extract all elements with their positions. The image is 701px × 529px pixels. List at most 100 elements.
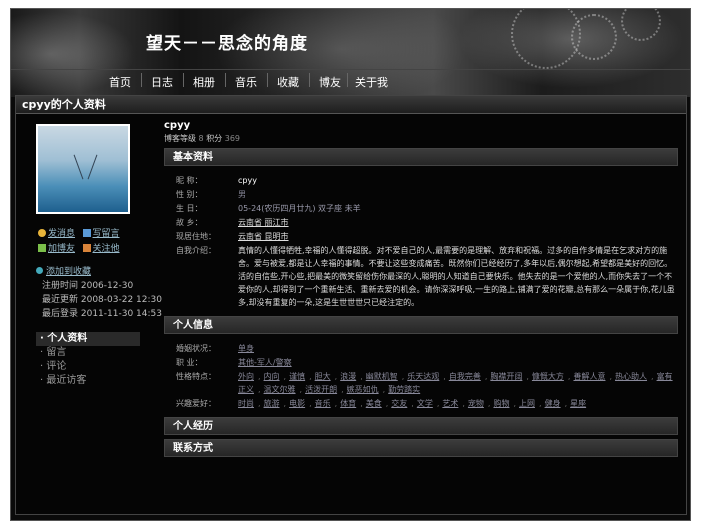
nav-item-album[interactable]: 相册 xyxy=(193,74,215,90)
tag-link[interactable]: 乐天达观 xyxy=(407,372,439,381)
write-comment-label: 写留言 xyxy=(92,229,120,239)
tag-separator: , xyxy=(484,372,488,381)
row-birthday: 生 日： 05-24(农历四月廿九) 双子座 未羊 xyxy=(176,202,678,215)
add-friend-link[interactable]: 加博友 xyxy=(38,243,75,256)
tag-separator: , xyxy=(564,399,568,408)
hometown-link[interactable]: 云南省 丽江市 xyxy=(238,216,674,229)
level-info: 博客等级 8 积分 369 xyxy=(164,133,678,144)
tag-link[interactable]: 宠物 xyxy=(468,399,484,408)
tag-separator: , xyxy=(258,399,261,408)
tag-link[interactable]: 艺术 xyxy=(442,399,458,408)
tag-separator: , xyxy=(283,399,287,408)
side-item-profile[interactable]: · 个人资料 xyxy=(36,332,140,346)
send-message-link[interactable]: 发消息 xyxy=(38,228,75,241)
tag-separator: , xyxy=(526,372,529,381)
tag-link[interactable]: 文学 xyxy=(417,399,433,408)
tag-separator: , xyxy=(283,372,287,381)
tag-separator: , xyxy=(334,372,338,381)
tag-link[interactable]: 内向 xyxy=(264,372,280,381)
nav-item-favorites[interactable]: 收藏 xyxy=(277,74,299,90)
avatar[interactable] xyxy=(36,124,130,214)
row-label: 性格特点： xyxy=(176,372,216,381)
register-date: 注册时间 2006-12-30 xyxy=(42,281,134,291)
side-item-guestbook[interactable]: · 留言 xyxy=(36,346,140,360)
tag-separator: , xyxy=(299,385,303,394)
last-login: 最后登录 2011-11-30 14:53 xyxy=(42,309,162,319)
nav-bar: 首页 日志 相册 音乐 收藏 博友 关于我 xyxy=(11,69,690,91)
tag-separator: , xyxy=(309,372,312,381)
points-label: 积分 xyxy=(206,134,223,143)
tag-link[interactable]: 时尚 xyxy=(238,399,254,408)
profile-panel: cpyy的个人资料 发消息 写留言 加博友 关注他 添加到收藏 注册时间 200… xyxy=(15,95,687,515)
tag-link[interactable]: 活泼开朗 xyxy=(305,385,337,394)
favorites-icon xyxy=(36,267,43,274)
message-icon xyxy=(38,229,46,237)
row-label: 昵 称： xyxy=(176,176,203,185)
tag-separator: , xyxy=(258,372,261,381)
tag-link[interactable]: 嫉恶如仇 xyxy=(347,385,379,394)
tag-link[interactable]: 谨慎 xyxy=(289,372,305,381)
send-message-label: 发消息 xyxy=(48,229,76,239)
nav-item-music[interactable]: 音乐 xyxy=(235,74,257,90)
residence-link[interactable]: 云南省 昆明市 xyxy=(238,230,674,243)
tag-link[interactable]: 体育 xyxy=(340,399,356,408)
tag-link[interactable]: 善解人意 xyxy=(573,372,605,381)
side-item-comments[interactable]: · 评论 xyxy=(36,360,140,374)
last-update: 最近更新 2008-03-22 12:30 xyxy=(42,295,162,305)
nav-divider xyxy=(309,73,310,87)
tag-link[interactable]: 外向 xyxy=(238,372,254,381)
tag-link[interactable]: 浪漫 xyxy=(340,372,356,381)
tag-link[interactable]: 电影 xyxy=(289,399,305,408)
nav-item-blog[interactable]: 日志 xyxy=(151,74,173,90)
tag-link[interactable]: 美食 xyxy=(366,399,382,408)
tag-separator: , xyxy=(334,399,338,408)
blog-window: 望天－－思念的角度 首页 日志 相册 音乐 收藏 博友 关于我 cpyy的个人资… xyxy=(10,8,691,521)
tag-link[interactable]: 胸襟开阔 xyxy=(490,372,522,381)
tag-separator: , xyxy=(401,372,405,381)
nav-divider xyxy=(225,73,226,87)
nav-item-friends[interactable]: 博友 xyxy=(319,74,341,90)
tag-link[interactable]: 幽默机智 xyxy=(366,372,398,381)
tag-link[interactable]: 旅游 xyxy=(264,399,280,408)
tag-separator: , xyxy=(443,372,446,381)
side-item-recent-visitors[interactable]: · 最近访客 xyxy=(36,374,140,388)
profile-main: cpyy 博客等级 8 积分 369 基本资料 昵 称： cpyy 性 别： 男 生… xyxy=(164,120,678,457)
tag-link[interactable]: 上网 xyxy=(519,399,535,408)
side-menu: · 个人资料 · 留言 · 评论 · 最近访客 xyxy=(36,332,140,388)
row-intro: 自我介绍： 真情的人懂得牺牲,幸福的人懂得超脱。对不爱自己的人,最需要的是理解、放… xyxy=(176,244,678,309)
nickname-value: cpyy xyxy=(238,176,257,185)
nav-divider xyxy=(347,73,348,87)
add-to-favorites-label: 添加到收藏 xyxy=(46,267,92,277)
tag-link[interactable]: 购物 xyxy=(493,399,509,408)
tag-link[interactable]: 热心助人 xyxy=(615,372,647,381)
tag-link[interactable]: 单身 xyxy=(238,344,254,353)
row-label: 兴趣爱好： xyxy=(176,399,216,408)
tag-link[interactable]: 健身 xyxy=(545,399,561,408)
write-comment-link[interactable]: 写留言 xyxy=(82,228,120,241)
row-nickname: 昵 称： cpyy xyxy=(176,174,678,187)
add-to-favorites-link[interactable]: 添加到收藏 xyxy=(36,264,91,277)
tag-link[interactable]: 星座 xyxy=(570,399,586,408)
nav-item-about[interactable]: 关于我 xyxy=(355,74,388,90)
row-label: 婚姻状况： xyxy=(176,344,216,353)
personality-values: 外向, 内向, 谨慎, 胆大, 浪漫, 幽默机智, 乐天达观, 自我完善, 胸襟开阔, 慷慨大方,… xyxy=(238,370,678,396)
tag-link[interactable]: 温文尔雅 xyxy=(264,385,296,394)
tag-separator: , xyxy=(539,399,542,408)
tag-link[interactable]: 慷慨大方 xyxy=(532,372,564,381)
tag-link[interactable]: 勤劳踏实 xyxy=(388,385,420,394)
follow-link[interactable]: 关注他 xyxy=(82,243,120,256)
row-hobbies: 兴趣爱好： 时尚, 旅游, 电影, 音乐, 体育, 美食, 交友, 文学, 艺术, 宠物, 购物, 上网… xyxy=(176,397,678,410)
tag-separator: , xyxy=(360,372,363,381)
tag-link[interactable]: 胆大 xyxy=(315,372,331,381)
tag-separator: , xyxy=(609,372,613,381)
nav-item-home[interactable]: 首页 xyxy=(109,74,131,90)
tag-link[interactable]: 交友 xyxy=(391,399,407,408)
tag-link[interactable]: 音乐 xyxy=(315,399,331,408)
tag-link[interactable]: 其他-军人/警察 xyxy=(238,358,292,367)
tag-link[interactable]: 自我完善 xyxy=(449,372,481,381)
gender-value: 男 xyxy=(238,190,246,199)
section-basic-info: 基本资料 xyxy=(164,148,678,166)
row-personality: 性格特点： 外向, 内向, 谨慎, 胆大, 浪漫, 幽默机智, 乐天达观, 自我完善, 胸襟开阔,… xyxy=(176,370,678,396)
tag-separator: , xyxy=(487,399,491,408)
marital-values: 单身 xyxy=(238,342,678,355)
